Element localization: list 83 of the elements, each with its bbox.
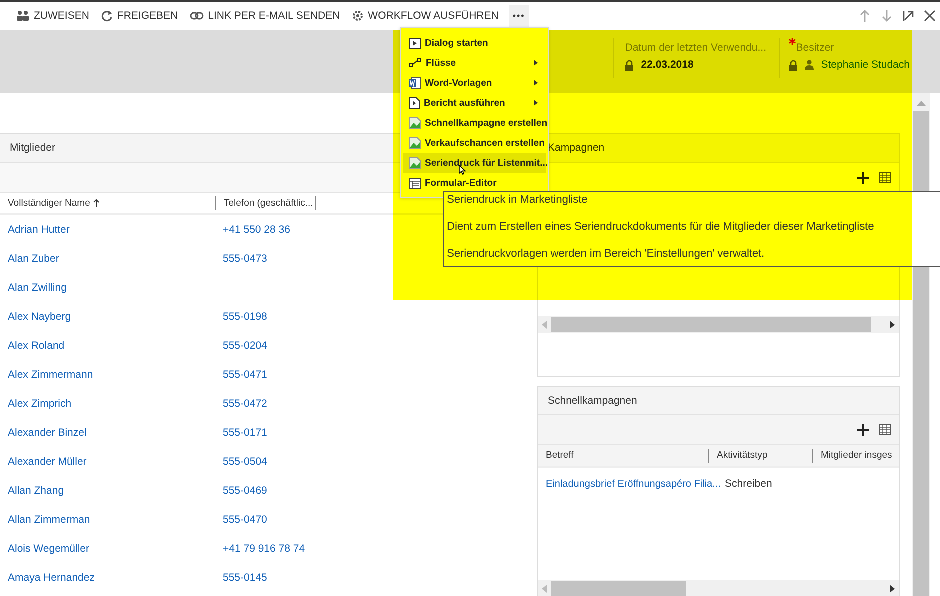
close-icon[interactable] xyxy=(924,10,936,22)
column-header[interactable]: Telefon (geschäftlic... xyxy=(224,198,314,208)
phone-link[interactable]: 555-0504 xyxy=(223,456,268,468)
mouse-pointer-icon xyxy=(459,165,466,175)
column-header[interactable]: Betreff xyxy=(546,450,574,461)
menu-item[interactable]: Schnellkampagne erstellen xyxy=(403,113,546,133)
phone-link[interactable]: 555-0469 xyxy=(223,484,268,496)
member-name-link[interactable]: Alex Nayberg xyxy=(8,310,72,322)
member-name-link[interactable]: Alexander Müller xyxy=(8,456,87,468)
command-button[interactable]: LINK PER E-MAIL SENDEN xyxy=(184,5,346,27)
phone-link[interactable]: 555-0171 xyxy=(223,426,268,438)
horizontal-scrollbar[interactable] xyxy=(538,316,899,333)
phone-link[interactable]: +41 79 916 78 74 xyxy=(223,542,306,554)
section-title: Kampagnen xyxy=(548,142,605,154)
more-button[interactable]: ••• xyxy=(508,5,530,27)
menu-item[interactable]: Flüsse xyxy=(403,53,546,73)
member-name-link[interactable]: Alan Zuber xyxy=(8,252,60,264)
member-name-link[interactable]: Amaya Hernandez xyxy=(8,572,95,584)
phone-link[interactable]: 555-0145 xyxy=(223,572,268,584)
column-header[interactable]: Vollständiger Name xyxy=(8,198,90,208)
tooltip-text: Dient zum Erstellen eines Seriendruckdokuments für die Mitglieder dieser Marketingliste xyxy=(447,221,876,233)
tooltip-text: Seriendruckvorlagen werden im Bereich 'Einstellungen' verwaltet. xyxy=(447,248,766,260)
form-icon xyxy=(409,178,421,188)
menu-item[interactable]: Word-Vorlagen xyxy=(403,73,546,93)
menu-item[interactable]: Dialog starten xyxy=(403,33,546,53)
left-arrow-icon[interactable] xyxy=(542,584,547,592)
menu-item[interactable]: Verkaufschancen erstellen xyxy=(403,133,546,153)
menu-item[interactable]: Bericht ausführen xyxy=(403,93,546,113)
member-name-link[interactable]: Alex Roland xyxy=(8,340,65,352)
field-label: Besitzer xyxy=(796,42,834,54)
play-box-icon xyxy=(409,38,421,48)
member-name-link[interactable]: Adrian Hutter xyxy=(8,224,70,236)
left-arrow-icon[interactable] xyxy=(542,320,547,328)
column-header[interactable]: Mitglieder insges xyxy=(821,450,892,461)
picture-icon xyxy=(409,137,421,149)
phone-link[interactable]: 555-0471 xyxy=(223,368,268,380)
phone-link[interactable]: +41 550 28 36 xyxy=(223,224,290,236)
member-name-link[interactable]: Alan Zwilling xyxy=(8,282,67,294)
phone-link[interactable]: 555-0472 xyxy=(223,398,268,410)
member-name-link[interactable]: Alois Wegemüller xyxy=(8,542,90,554)
menu-item[interactable]: Seriendruck für Listenmit... xyxy=(403,153,546,173)
right-arrow-icon[interactable] xyxy=(890,584,895,592)
owner-link[interactable]: Stephanie Studach xyxy=(821,59,910,71)
member-name-link[interactable]: Allan Zimmerman xyxy=(8,514,90,526)
member-name-link[interactable]: Alex Zimprich xyxy=(8,398,72,410)
gear-icon xyxy=(352,10,364,22)
people-icon xyxy=(16,10,30,22)
member-name-link[interactable]: Allan Zhang xyxy=(8,484,64,496)
command-button[interactable]: WORKFLOW AUSFÜHREN xyxy=(346,5,505,27)
horizontal-scrollbar[interactable] xyxy=(538,580,899,596)
command-button[interactable]: FREIGEBEN xyxy=(95,5,184,27)
grid-icon[interactable] xyxy=(879,424,891,435)
campaign-link[interactable]: Einladungsbrief Eröffnungsapéro Filia... xyxy=(546,479,721,490)
phone-link[interactable]: 555-0470 xyxy=(223,514,268,526)
phone-link[interactable]: 555-0198 xyxy=(223,310,268,322)
phone-link[interactable]: 555-0473 xyxy=(223,252,268,264)
menu-item[interactable]: Formular-Editor xyxy=(403,173,546,193)
link-icon xyxy=(190,12,204,20)
section-title: Schnellkampagnen xyxy=(548,394,638,406)
member-name-link[interactable]: Alex Zimmermann xyxy=(8,368,94,380)
phone-link[interactable]: 555-0204 xyxy=(223,340,268,352)
up-arrow-icon[interactable] xyxy=(916,101,926,106)
nodes-icon xyxy=(409,58,422,68)
expand-icon[interactable] xyxy=(902,9,916,23)
right-arrow-icon[interactable] xyxy=(890,320,895,328)
section-title: Mitglieder xyxy=(10,142,56,154)
tooltip-title: Seriendruck in Marketingliste xyxy=(447,194,589,206)
picture-icon xyxy=(409,117,421,129)
scrollbar-thumb[interactable] xyxy=(551,581,686,596)
refresh-icon xyxy=(101,10,114,22)
up-arrow-icon[interactable] xyxy=(858,9,872,23)
down-arrow-icon[interactable] xyxy=(880,9,894,23)
scrollbar-thumb[interactable] xyxy=(551,317,871,332)
field-value: 22.03.2018 xyxy=(641,59,694,71)
activity-type: Schreiben xyxy=(725,478,772,490)
report-icon xyxy=(409,97,420,109)
picture-icon xyxy=(409,157,421,169)
column-header[interactable]: Aktivitätstyp xyxy=(717,450,768,461)
member-name-link[interactable]: Alexander Binzel xyxy=(8,426,87,438)
field-label: Datum der letzten Verwendu... xyxy=(625,42,766,54)
document-w-icon xyxy=(409,77,421,89)
command-button[interactable]: ZUWEISEN xyxy=(10,5,96,27)
plus-icon[interactable] xyxy=(857,424,869,436)
